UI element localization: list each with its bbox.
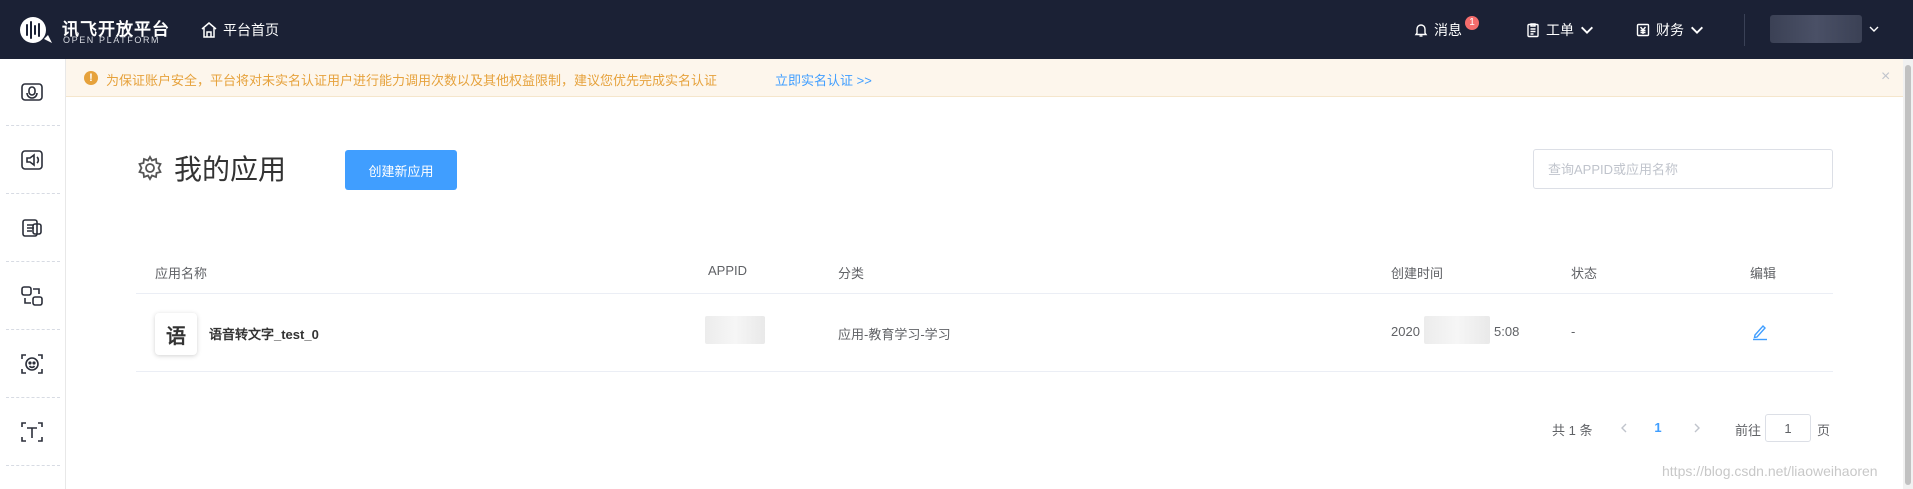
chevron-left-icon[interactable] xyxy=(1614,418,1634,438)
home-link[interactable]: 平台首页 xyxy=(200,19,279,41)
created-time-prefix: 2020 xyxy=(1391,324,1420,339)
page-header: 我的应用 xyxy=(136,148,286,188)
real-name-auth-notice: ! 为保证账户安全，平台将对未实名认证用户进行能力调用次数以及其他权益限制，建议… xyxy=(66,59,1913,97)
sidebar-item-speech-recognition[interactable] xyxy=(16,77,48,109)
column-header-category: 分类 xyxy=(838,266,865,281)
notice-text: 为保证账户安全，平台将对未实名认证用户进行能力调用次数以及其他权益限制，建议您优… xyxy=(106,73,718,88)
messages-count-badge: 1 xyxy=(1465,16,1479,30)
sidebar-item-text-recognition[interactable] xyxy=(16,212,48,244)
chevron-down-icon xyxy=(1581,26,1593,34)
pagination-page[interactable]: 1 xyxy=(1648,420,1668,435)
sidebar-separator xyxy=(6,261,60,262)
sidebar-separator xyxy=(6,465,60,466)
edit-icon[interactable] xyxy=(1750,321,1770,341)
logo-mark-icon xyxy=(20,17,52,43)
finance-menu[interactable]: 财务 xyxy=(1635,19,1705,41)
sidebar-separator xyxy=(6,125,60,126)
tickets-menu[interactable]: 工单 xyxy=(1525,19,1595,41)
pagination-total: 共 1 条 xyxy=(1552,423,1593,438)
text-recognition-icon xyxy=(22,219,42,237)
header-divider xyxy=(1744,14,1745,46)
home-label: 平台首页 xyxy=(223,22,279,38)
messages-menu[interactable]: 消息 1 xyxy=(1413,16,1479,41)
table-header: 应用名称 APPID 分类 创建时间 状态 编辑 xyxy=(136,248,1833,294)
app-status: - xyxy=(1571,324,1576,339)
app-avatar: 语 xyxy=(155,313,197,355)
column-header-status: 状态 xyxy=(1571,266,1598,281)
appid-blurred xyxy=(705,316,765,344)
translation-icon xyxy=(21,286,43,306)
pagination: 共 1 条 1 前往 页 xyxy=(1552,414,1842,442)
product-sidebar xyxy=(0,59,66,489)
column-header-edit: 编辑 xyxy=(1750,266,1777,281)
verify-now-link[interactable]: 立即实名认证 >> xyxy=(775,70,872,89)
messages-label: 消息 xyxy=(1434,22,1462,38)
chevron-down-icon[interactable] xyxy=(1868,23,1880,35)
sidebar-item-text-tool[interactable] xyxy=(16,416,48,448)
sidebar-separator xyxy=(6,193,60,194)
table-row[interactable]: 语 语音转文字_test_0 应用-教育学习-学习 2020 5:08 - xyxy=(136,294,1833,372)
warning-icon: ! xyxy=(84,71,98,85)
column-header-created-time: 创建时间 xyxy=(1391,266,1444,281)
logo-subtext: OPEN PLATFORM xyxy=(63,35,161,45)
csdn-watermark: https://blog.csdn.net/liaoweihaoren xyxy=(1662,463,1878,479)
text-tool-icon xyxy=(21,422,43,442)
create-app-button[interactable]: 创建新应用 xyxy=(345,150,457,190)
sidebar-separator xyxy=(6,329,60,330)
pagination-goto-label: 前往 xyxy=(1735,423,1762,438)
close-icon[interactable]: × xyxy=(1881,68,1890,86)
top-navigation-bar: 讯飞开放平台 OPEN PLATFORM 平台首页 消息 1 工单 财务 xyxy=(0,0,1913,59)
app-category: 应用-教育学习-学习 xyxy=(838,327,951,342)
sidebar-item-translation[interactable] xyxy=(16,280,48,312)
app-name[interactable]: 语音转文字_test_0 xyxy=(209,324,319,343)
user-account-blurred[interactable] xyxy=(1770,15,1862,43)
column-header-app-name: 应用名称 xyxy=(155,266,208,281)
clipboard-icon xyxy=(1527,23,1539,38)
created-time-blurred xyxy=(1424,316,1490,344)
scrollbar-thumb[interactable] xyxy=(1905,65,1911,485)
speech-recognition-icon xyxy=(21,83,43,101)
sidebar-separator xyxy=(6,397,60,398)
pagination-goto-input[interactable] xyxy=(1765,414,1811,442)
search-input[interactable] xyxy=(1533,149,1833,189)
finance-label: 财务 xyxy=(1656,22,1684,38)
chevron-right-icon[interactable] xyxy=(1687,418,1707,438)
chevron-down-icon xyxy=(1691,26,1703,34)
tickets-label: 工单 xyxy=(1546,22,1574,38)
column-header-appid: APPID xyxy=(708,263,748,278)
sidebar-item-speech-synthesis[interactable] xyxy=(16,144,48,176)
page-title: 我的应用 xyxy=(174,154,287,185)
bell-icon xyxy=(1414,24,1428,37)
face-recognition-icon xyxy=(21,354,43,374)
home-icon xyxy=(201,22,217,38)
finance-icon xyxy=(1636,23,1650,37)
speech-synthesis-icon xyxy=(21,150,43,170)
pagination-unit: 页 xyxy=(1817,423,1831,438)
iflytek-logo[interactable]: 讯飞开放平台 OPEN PLATFORM xyxy=(18,13,169,47)
gear-icon xyxy=(138,155,162,181)
created-time-suffix: 5:08 xyxy=(1494,324,1520,339)
sidebar-item-face-recognition[interactable] xyxy=(16,348,48,380)
